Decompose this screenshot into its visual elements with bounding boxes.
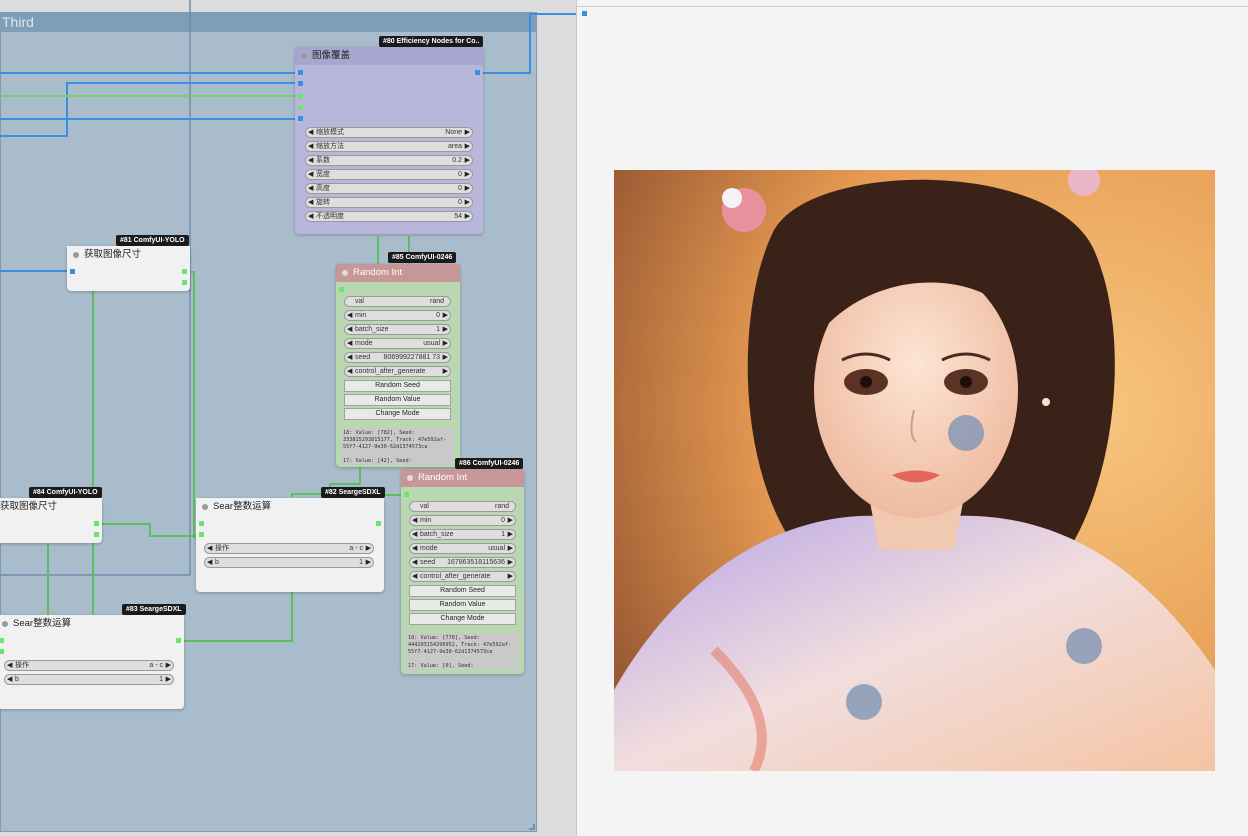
node-81-title: 获取图像尺寸 xyxy=(84,249,142,260)
widget-val[interactable]: val rand xyxy=(409,501,516,512)
output-port[interactable] xyxy=(376,521,381,526)
node-85-title: Random Int xyxy=(353,267,403,278)
widget-control-after-generate[interactable]: ◀ control_after_generate ▶ xyxy=(344,366,451,377)
collapse-dot-icon[interactable] xyxy=(407,475,413,481)
collapse-dot-icon[interactable] xyxy=(202,504,208,510)
widget-factor[interactable]: ◀ 系数 0.2 ▶ xyxy=(305,155,473,166)
output-port[interactable] xyxy=(94,532,99,537)
random-value-button[interactable]: Random Value xyxy=(409,599,516,611)
collapse-dot-icon[interactable] xyxy=(73,252,79,258)
input-port[interactable] xyxy=(0,649,4,654)
node-86-log-area[interactable]: 18: Value: [778], Seed: 444203154290952,… xyxy=(407,633,519,670)
node-85-badge: #85 ComfyUI-0246 xyxy=(388,252,457,263)
widget-mode[interactable]: ◀ mode usual ▶ xyxy=(409,543,516,554)
group-title[interactable]: Third xyxy=(1,13,536,32)
node-86-random-int[interactable]: Random Int val rand ◀ min 0 ▶ ◀ batch_size 1 ▶ … xyxy=(401,469,524,674)
node-81-badge: #81 ComfyUI-YOLO xyxy=(116,235,189,246)
node-85-random-int[interactable]: Random Int val rand ◀ min 0 ▶ ◀ batch_size 1 ▶ … xyxy=(336,264,460,467)
widget-b[interactable]: ◀ b 1 ▶ xyxy=(204,557,374,568)
collapse-dot-icon[interactable] xyxy=(301,53,307,59)
random-value-button[interactable]: Random Value xyxy=(344,394,451,406)
widget-operation[interactable]: ◀ 操作 a - c ▶ xyxy=(204,543,374,554)
node-80-badge: #80 Efficiency Nodes for Co.. xyxy=(379,36,484,47)
input-port[interactable] xyxy=(199,521,204,526)
node-83-searge-int-op[interactable]: Sear整数运算 ◀ 操作 a - c ▶ ◀ b 1 ▶ xyxy=(0,615,184,709)
preview-image[interactable] xyxy=(614,170,1215,771)
widget-min[interactable]: ◀ min 0 ▶ xyxy=(409,515,516,526)
output-port[interactable] xyxy=(94,521,99,526)
output-port[interactable] xyxy=(475,70,480,75)
widget-batch-size[interactable]: ◀ batch_size 1 ▶ xyxy=(344,324,451,335)
preview-input-port[interactable] xyxy=(582,11,587,16)
input-port[interactable] xyxy=(339,287,344,292)
input-port[interactable] xyxy=(298,116,303,121)
widget-width[interactable]: ◀ 宽度 0 ▶ xyxy=(305,169,473,180)
input-port[interactable] xyxy=(298,94,303,99)
input-port[interactable] xyxy=(298,105,303,110)
widget-control-after-generate[interactable]: ◀ control_after_generate ▶ xyxy=(409,571,516,582)
input-port[interactable] xyxy=(70,269,75,274)
input-port[interactable] xyxy=(298,81,303,86)
node-86-log-text: 18: Value: [778], Seed: 444203154290952,… xyxy=(408,635,512,669)
collapse-dot-icon[interactable] xyxy=(342,270,348,276)
node-84-title: 获取图像尺寸 xyxy=(0,501,58,512)
widget-val[interactable]: val rand xyxy=(344,296,451,307)
input-port[interactable] xyxy=(404,492,409,497)
portrait-illustration xyxy=(614,170,1215,771)
node-85-log-text: 18: Value: [782], Seed: 333815293815177,… xyxy=(343,430,447,464)
widget-seed[interactable]: ◀ seed 806999227881 73 ▶ xyxy=(344,352,451,363)
widget-scale-method[interactable]: ◀ 缩放方法 area ▶ xyxy=(305,141,473,152)
node-80-image-overlay[interactable]: 图像覆盖 ◀ 缩放模式 None ▶ ◀ 缩放方法 area ▶ ◀ 系数 0.2 ▶ ◀ 宽度 0 ▶… xyxy=(295,47,483,234)
node-82-badge: #82 SeargeSDXL xyxy=(321,487,385,498)
output-port[interactable] xyxy=(182,280,187,285)
group-resize-handle[interactable] xyxy=(529,824,535,830)
input-port[interactable] xyxy=(298,70,303,75)
node-85-log-area[interactable]: 18: Value: [782], Seed: 333815293815177,… xyxy=(342,428,454,464)
change-mode-button[interactable]: Change Mode xyxy=(409,613,516,625)
input-port[interactable] xyxy=(199,532,204,537)
change-mode-button[interactable]: Change Mode xyxy=(344,408,451,420)
output-port[interactable] xyxy=(176,638,181,643)
widget-seed[interactable]: ◀ seed 167863518115636 ▶ xyxy=(409,557,516,568)
widget-rotation[interactable]: ◀ 旋转 0 ▶ xyxy=(305,197,473,208)
output-port[interactable] xyxy=(182,269,187,274)
widget-batch-size[interactable]: ◀ batch_size 1 ▶ xyxy=(409,529,516,540)
node-81-get-image-size[interactable]: 获取图像尺寸 xyxy=(67,246,190,291)
widget-mode[interactable]: ◀ mode usual ▶ xyxy=(344,338,451,349)
widget-min[interactable]: ◀ min 0 ▶ xyxy=(344,310,451,321)
preview-panel xyxy=(576,0,1248,836)
widget-operation[interactable]: ◀ 操作 a - c ▶ xyxy=(4,660,174,671)
panel-top-divider xyxy=(577,6,1248,7)
node-83-title: Sear整数运算 xyxy=(13,618,72,629)
node-84-badge: #84 ComfyUI-YOLO xyxy=(29,487,102,498)
random-seed-button[interactable]: Random Seed xyxy=(344,380,451,392)
node-83-badge: #83 SeargeSDXL xyxy=(122,604,186,615)
node-82-searge-int-op[interactable]: Sear整数运算 ◀ 操作 a - c ▶ ◀ b 1 ▶ xyxy=(196,498,384,592)
node-80-title: 图像覆盖 xyxy=(312,50,351,61)
widget-b[interactable]: ◀ b 1 ▶ xyxy=(4,674,174,685)
widget-opacity[interactable]: ◀ 不透明度 54 ▶ xyxy=(305,211,473,222)
node-86-title: Random Int xyxy=(418,472,468,483)
collapse-dot-icon[interactable] xyxy=(2,621,8,627)
widget-scale-mode[interactable]: ◀ 缩放模式 None ▶ xyxy=(305,127,473,138)
input-port[interactable] xyxy=(0,638,4,643)
node-canvas[interactable]: Third #80 Efficiency Nodes for Co.. 图像覆盖… xyxy=(0,0,576,836)
random-seed-button[interactable]: Random Seed xyxy=(409,585,516,597)
node-82-title: Sear整数运算 xyxy=(213,501,272,512)
node-86-badge: #86 ComfyUI-0246 xyxy=(455,458,524,469)
node-84-get-image-size[interactable]: 获取图像尺寸 xyxy=(0,498,102,543)
widget-height[interactable]: ◀ 高度 0 ▶ xyxy=(305,183,473,194)
